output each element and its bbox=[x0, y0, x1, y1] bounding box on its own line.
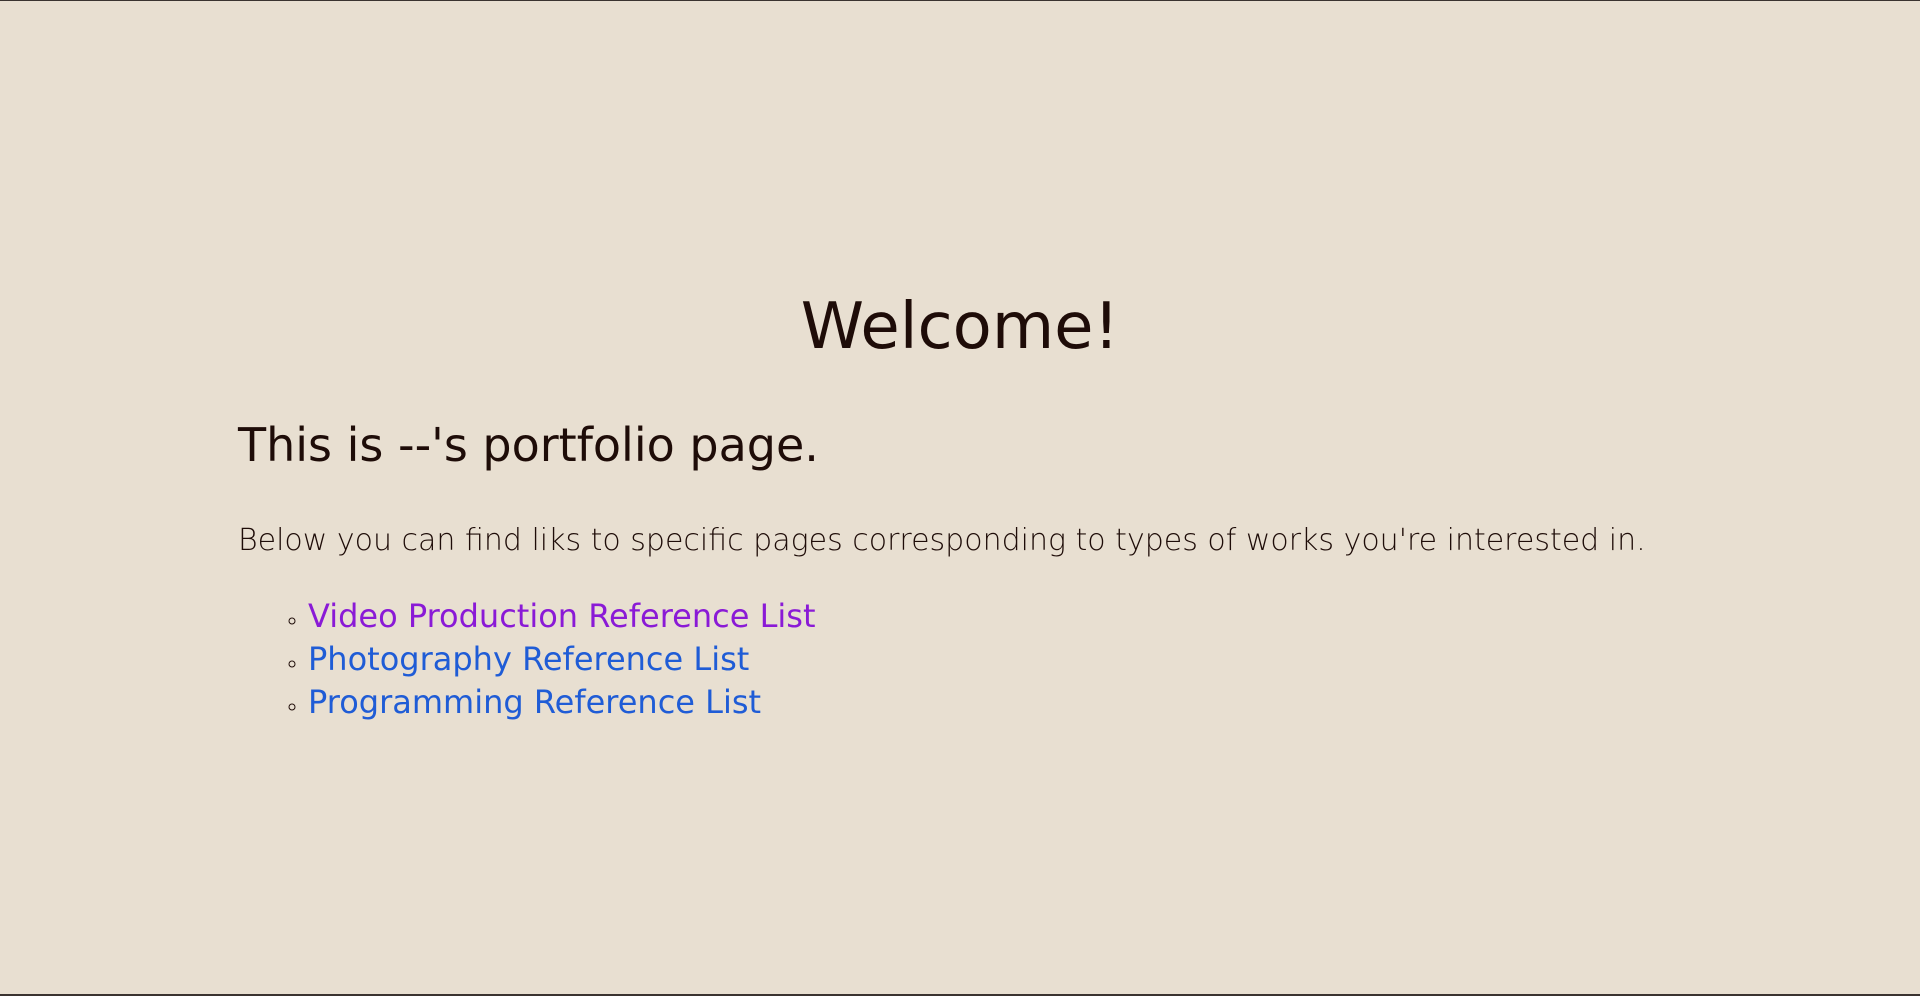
intro-paragraph: Below you can find liks to specific page… bbox=[238, 523, 1646, 558]
video-production-link[interactable]: Video Production Reference List bbox=[308, 597, 816, 635]
portfolio-subheading: This is --'s portfolio page. bbox=[238, 418, 819, 472]
page-title: Welcome! bbox=[800, 290, 1120, 364]
photography-link[interactable]: Photography Reference List bbox=[308, 640, 749, 678]
list-item: Video Production Reference List bbox=[308, 595, 816, 638]
reference-links-list: Video Production Reference List Photogra… bbox=[238, 595, 816, 724]
list-item: Programming Reference List bbox=[308, 681, 816, 724]
programming-link[interactable]: Programming Reference List bbox=[308, 683, 761, 721]
list-item: Photography Reference List bbox=[308, 638, 816, 681]
